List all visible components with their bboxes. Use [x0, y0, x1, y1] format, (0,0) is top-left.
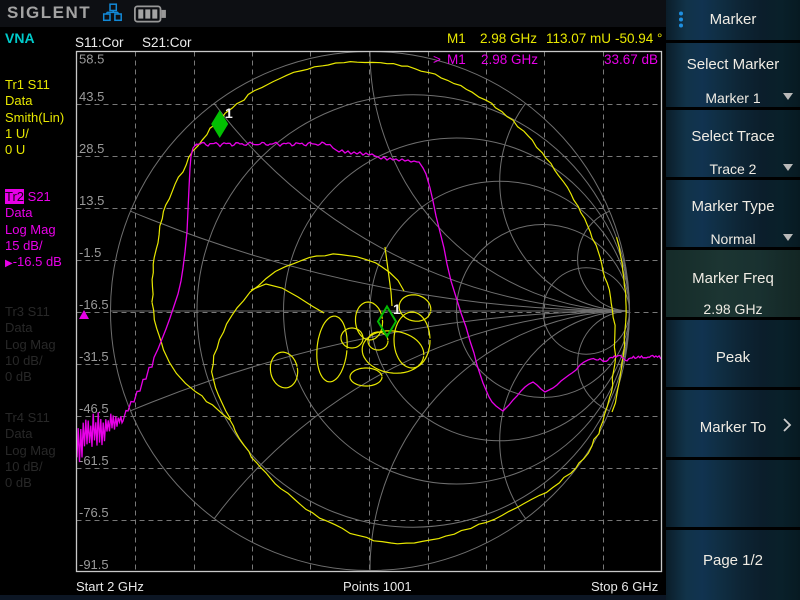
- svg-text:-50.94 °: -50.94 °: [615, 31, 662, 46]
- svg-text:S21:Cor: S21:Cor: [142, 35, 192, 50]
- svg-text:13.5: 13.5: [79, 193, 104, 208]
- svg-text:33.67 dB: 33.67 dB: [604, 52, 658, 67]
- svg-text:-61.5: -61.5: [79, 453, 109, 468]
- svg-text:58.5: 58.5: [79, 52, 104, 67]
- svg-text:-31.5: -31.5: [79, 349, 109, 364]
- svg-text:M1: M1: [447, 52, 466, 67]
- svg-text:1: 1: [393, 301, 401, 317]
- svg-text:1: 1: [225, 105, 233, 121]
- svg-text:Points 1001: Points 1001: [343, 579, 412, 594]
- svg-text:-91.5: -91.5: [79, 557, 109, 572]
- svg-text:Start 2 GHz: Start 2 GHz: [76, 579, 144, 594]
- svg-text:2.98 GHz: 2.98 GHz: [480, 31, 537, 46]
- svg-text:28.5: 28.5: [79, 141, 104, 156]
- svg-text:-16.5: -16.5: [79, 297, 109, 312]
- svg-text:43.5: 43.5: [79, 89, 104, 104]
- svg-text:Stop 6 GHz: Stop 6 GHz: [591, 579, 658, 594]
- svg-text:-1.5: -1.5: [79, 245, 101, 260]
- svg-text:S11:Cor: S11:Cor: [75, 35, 124, 50]
- svg-text:>: >: [433, 52, 441, 67]
- svg-text:M1: M1: [447, 31, 466, 46]
- svg-text:113.07 mU: 113.07 mU: [546, 31, 611, 46]
- svg-text:2.98 GHz: 2.98 GHz: [481, 52, 538, 67]
- svg-text:-76.5: -76.5: [79, 505, 109, 520]
